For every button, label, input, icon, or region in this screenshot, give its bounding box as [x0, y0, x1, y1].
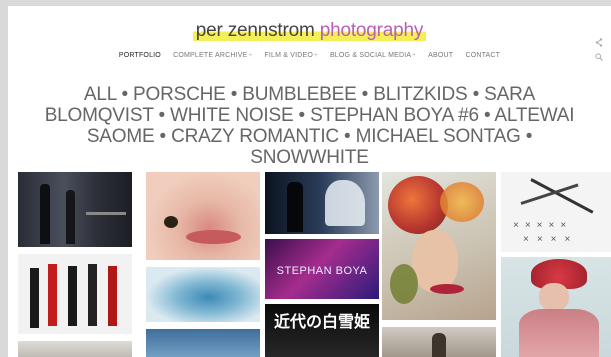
photo-porsche[interactable] — [18, 172, 132, 247]
photo-sara-blomqvist[interactable] — [265, 172, 379, 234]
category-white-noise[interactable]: WHITE NOISE — [170, 105, 294, 126]
separator: • — [356, 84, 374, 105]
search-icon[interactable] — [595, 52, 603, 66]
nav-label: ABOUT — [428, 52, 454, 59]
nav-item-blog-social[interactable]: BLOG & SOCIAL MEDIA+ — [330, 52, 416, 59]
stephan-boya-title: STEPHAN BOYA — [276, 265, 368, 277]
nav-label: BLOG & SOCIAL MEDIA — [329, 52, 412, 59]
separator: • — [154, 126, 172, 147]
category-porsche[interactable]: PORSCHE — [133, 84, 226, 105]
share-icon[interactable] — [595, 38, 603, 52]
submenu-plus-icon: + — [412, 53, 416, 59]
separator: • — [478, 105, 495, 126]
photo-snowwhite[interactable]: 近代の白雪姫 — [265, 304, 379, 357]
site-logo[interactable]: per zennstrom photography — [8, 20, 611, 42]
separator: • — [467, 84, 485, 105]
nav-label: COMPLETE ARCHIVE — [173, 52, 248, 59]
category-all[interactable]: ALL — [84, 84, 117, 105]
photo-stephan-boya[interactable]: STEPHAN BOYA — [265, 239, 379, 299]
category-filter: ALL • PORSCHE • BUMBLEBEE • BLITZKIDS • … — [28, 84, 591, 168]
nav-item-contact[interactable]: CONTACT — [465, 52, 500, 59]
submenu-plus-icon: + — [248, 53, 253, 59]
separator: • — [520, 126, 533, 147]
nav-item-portfolio[interactable]: PORTFOLIO — [119, 52, 161, 59]
photo-altewai-saome[interactable] — [382, 327, 496, 357]
photo-blue-portrait[interactable] — [146, 329, 260, 357]
photo-blitzkids[interactable] — [18, 254, 132, 334]
separator: • — [116, 84, 134, 105]
category-bumblebee[interactable]: BUMBLEBEE — [242, 84, 357, 105]
separator: • — [153, 105, 171, 126]
snowwhite-title: 近代の白雪姫 — [273, 314, 370, 331]
nav-label: FILM & VIDEO — [264, 52, 314, 59]
category-blitzkids[interactable]: BLITZKIDS — [373, 84, 467, 105]
photo-crazy-romantic[interactable] — [382, 172, 496, 320]
photo-red-hat[interactable] — [501, 257, 611, 357]
logo-name: per zennstrom — [195, 20, 315, 41]
separator: • — [293, 105, 311, 126]
nav-label: PORTFOLIO — [118, 52, 161, 59]
logo-highlight: per zennstrom photography — [192, 20, 427, 41]
category-michael-sontag[interactable]: MICHAEL SONTAG — [356, 126, 521, 147]
submenu-plus-icon: + — [314, 53, 318, 59]
main-nav: PORTFOLIO COMPLETE ARCHIVE+ FILM & VIDEO… — [8, 52, 611, 59]
page: per zennstrom photography PORTFOLIO COMP… — [8, 6, 611, 357]
logo-photography: photography — [319, 20, 424, 41]
nav-item-about[interactable]: ABOUT — [428, 52, 453, 59]
photo-bumblebee[interactable] — [146, 172, 260, 260]
category-crazy-romantic[interactable]: CRAZY ROMANTIC — [171, 126, 339, 147]
category-stephan-boya-6[interactable]: STEPHAN BOYA #6 — [310, 105, 479, 126]
separator: • — [338, 126, 356, 147]
nav-item-complete-archive[interactable]: COMPLETE ARCHIVE+ — [173, 52, 252, 59]
nav-label: CONTACT — [465, 52, 501, 59]
photo-white-noise[interactable] — [146, 267, 260, 322]
photo-portrait-bottom-left[interactable] — [18, 341, 132, 357]
category-snowwhite[interactable]: SNOWWHITE — [250, 147, 369, 168]
photo-michael-sontag[interactable]: ××××× ×××× — [501, 172, 611, 252]
side-icons — [595, 38, 603, 66]
nav-item-film-video[interactable]: FILM & VIDEO+ — [264, 52, 317, 59]
separator: • — [225, 84, 243, 105]
